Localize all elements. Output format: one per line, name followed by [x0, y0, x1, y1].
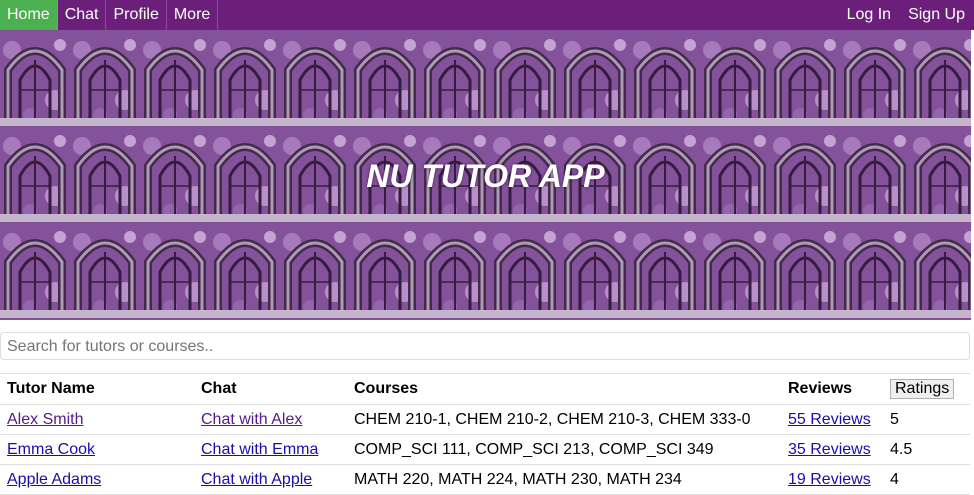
reviews-link[interactable]: 19 Reviews — [788, 471, 871, 488]
hero-banner: NU TUTOR APP — [0, 30, 971, 320]
rating-cell: 5 — [883, 404, 970, 435]
table-row: Emma Cook Chat with Emma COMP_SCI 111, C… — [0, 434, 970, 465]
nav-signup[interactable]: Sign Up — [900, 0, 974, 30]
cell-name: Alex Smith — [0, 404, 194, 435]
rating-cell: 4 — [883, 464, 970, 495]
nav-right-group: Log In Sign Up — [839, 0, 974, 30]
nav-chat[interactable]: Chat — [58, 0, 107, 30]
tutor-name-link[interactable]: Apple Adams — [7, 471, 101, 488]
nav-left-group: Home Chat Profile More — [0, 0, 219, 30]
top-navbar: Home Chat Profile More Log In Sign Up — [0, 0, 974, 30]
courses-cell: CHEM 210-1, CHEM 210-2, CHEM 210-3, CHEM… — [347, 404, 781, 435]
banner-title: NU TUTOR APP — [366, 158, 605, 194]
nav-profile[interactable]: Profile — [106, 0, 167, 30]
header-reviews: Reviews — [781, 373, 883, 405]
nav-home[interactable]: Home — [0, 0, 58, 30]
reviews-link[interactable]: 55 Reviews — [788, 411, 871, 428]
nav-login[interactable]: Log In — [839, 0, 900, 30]
search-input[interactable]: Search for tutors or courses.. — [0, 332, 970, 360]
header-chat: Chat — [194, 373, 347, 405]
ratings-sort-button[interactable]: Ratings — [890, 379, 955, 399]
tutors-table: Tutor Name Chat Courses Reviews Ratings … — [0, 373, 970, 495]
table-row: Alex Smith Chat with Alex CHEM 210-1, CH… — [0, 404, 970, 435]
tutor-name-link[interactable]: Alex Smith — [7, 411, 83, 428]
chat-link[interactable]: Chat with Emma — [201, 441, 318, 458]
courses-cell: MATH 220, MATH 224, MATH 230, MATH 234 — [347, 464, 781, 495]
tutor-name-link[interactable]: Emma Cook — [7, 441, 95, 458]
table-row: Apple Adams Chat with Apple MATH 220, MA… — [0, 464, 970, 495]
chat-link[interactable]: Chat with Apple — [201, 471, 312, 488]
cell-chat: Chat with Emma — [194, 434, 347, 465]
chat-link[interactable]: Chat with Alex — [201, 411, 302, 428]
cell-reviews: 35 Reviews — [781, 434, 883, 465]
cell-chat: Chat with Alex — [194, 404, 347, 435]
reviews-link[interactable]: 35 Reviews — [788, 441, 871, 458]
nav-more[interactable]: More — [167, 0, 219, 30]
cell-name: Emma Cook — [0, 434, 194, 465]
rating-cell: 4.5 — [883, 434, 970, 465]
cell-chat: Chat with Apple — [194, 464, 347, 495]
cell-name: Apple Adams — [0, 464, 194, 495]
cell-reviews: 19 Reviews — [781, 464, 883, 495]
header-courses: Courses — [347, 373, 781, 405]
header-tutor-name: Tutor Name — [0, 373, 194, 405]
cell-reviews: 55 Reviews — [781, 404, 883, 435]
table-header-row: Tutor Name Chat Courses Reviews Ratings — [0, 373, 970, 405]
header-ratings: Ratings — [883, 373, 970, 405]
courses-cell: COMP_SCI 111, COMP_SCI 213, COMP_SCI 349 — [347, 434, 781, 465]
